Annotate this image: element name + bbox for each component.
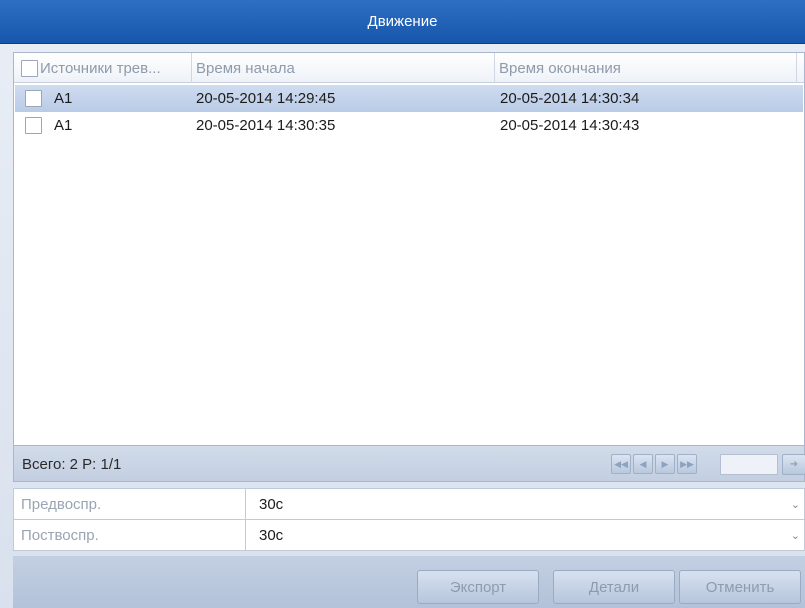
column-header-filler: [796, 53, 804, 83]
chevron-down-icon[interactable]: ⌄: [791, 520, 800, 550]
export-button[interactable]: Экспорт: [417, 570, 539, 604]
row-end-time: 20-05-2014 14:30:43: [500, 117, 640, 134]
row-source: A1: [54, 90, 73, 107]
details-button[interactable]: Детали: [553, 570, 675, 604]
column-header-end[interactable]: Время окончания: [494, 53, 796, 83]
row-start-time: 20-05-2014 14:30:35: [196, 117, 336, 134]
next-page-icon[interactable]: ▶: [655, 454, 675, 474]
row-checkbox[interactable]: [25, 90, 42, 107]
postrecord-field[interactable]: Поствоспр. 30с ⌄: [13, 519, 805, 551]
row-end-time: 20-05-2014 14:30:34: [500, 90, 640, 107]
postrecord-value[interactable]: 30с: [259, 520, 283, 550]
column-start-label: Время начала: [196, 59, 295, 77]
motion-dialog: Движение Источники трев... Время начала …: [0, 0, 805, 608]
prerecord-field[interactable]: Предвоспр. 30с ⌄: [13, 488, 805, 520]
column-header-start[interactable]: Время начала: [191, 53, 494, 83]
postrecord-label: Поствоспр.: [14, 520, 246, 550]
prerecord-label: Предвоспр.: [14, 489, 246, 519]
row-start-time: 20-05-2014 14:29:45: [196, 90, 336, 107]
row-checkbox[interactable]: [25, 117, 42, 134]
last-page-icon[interactable]: ▶▶: [677, 454, 697, 474]
column-header-source[interactable]: Источники трев...: [21, 53, 191, 83]
dialog-footer: Экспорт Детали Отменить: [13, 556, 805, 608]
chevron-down-icon[interactable]: ⌄: [791, 489, 800, 519]
events-table: Источники трев... Время начала Время око…: [13, 52, 805, 446]
row-source: A1: [54, 117, 73, 134]
record-count: Всего: 2 P: 1/1: [22, 455, 122, 473]
cancel-button[interactable]: Отменить: [679, 570, 801, 604]
dialog-title: Движение: [0, 0, 805, 44]
column-source-label: Источники трев...: [40, 59, 161, 77]
column-end-label: Время окончания: [499, 59, 621, 77]
select-all-checkbox[interactable]: [21, 59, 38, 77]
table-row[interactable]: A1 20-05-2014 14:29:45 20-05-2014 14:30:…: [15, 85, 803, 112]
go-arrow-icon[interactable]: ➜: [782, 454, 805, 475]
prerecord-value[interactable]: 30с: [259, 489, 283, 519]
table-row[interactable]: A1 20-05-2014 14:30:35 20-05-2014 14:30:…: [15, 112, 803, 139]
first-page-icon[interactable]: ◀◀: [611, 454, 631, 474]
table-status-bar: Всего: 2 P: 1/1 ◀◀ ◀ ▶ ▶▶ ➜: [13, 446, 805, 482]
table-header: Источники трев... Время начала Время око…: [14, 53, 804, 83]
page-number-input[interactable]: [720, 454, 778, 475]
prev-page-icon[interactable]: ◀: [633, 454, 653, 474]
